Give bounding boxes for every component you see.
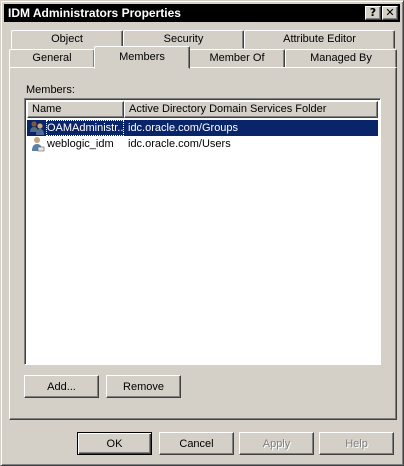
members-label: Members: bbox=[26, 84, 75, 96]
tab-general[interactable]: General bbox=[9, 49, 95, 68]
member-name: weblogic_idm bbox=[47, 138, 114, 150]
column-header-name[interactable]: Name bbox=[27, 101, 124, 118]
list-item[interactable]: OAMAdministr... idc.oracle.com/Groups bbox=[27, 120, 378, 136]
title-bar[interactable]: IDM Administrators Properties ? ✕ bbox=[4, 4, 400, 22]
list-item[interactable]: weblogic_idm idc.oracle.com/Users bbox=[27, 136, 378, 152]
apply-button[interactable]: Apply bbox=[239, 432, 314, 455]
properties-dialog: IDM Administrators Properties ? ✕ Object… bbox=[0, 0, 404, 466]
remove-button[interactable]: Remove bbox=[106, 375, 181, 398]
help-title-button[interactable]: ? bbox=[365, 6, 381, 20]
question-icon: ? bbox=[369, 6, 377, 19]
member-name: OAMAdministr... bbox=[46, 120, 124, 136]
member-folder: idc.oracle.com/Users bbox=[128, 138, 231, 150]
add-button[interactable]: Add... bbox=[24, 375, 99, 398]
tab-members[interactable]: Members bbox=[94, 46, 190, 69]
help-button[interactable]: Help bbox=[319, 432, 394, 455]
user-icon bbox=[32, 137, 45, 152]
tab-member-of[interactable]: Member Of bbox=[189, 49, 285, 68]
column-header-folder[interactable]: Active Directory Domain Services Folder bbox=[124, 101, 378, 118]
tab-managed-by[interactable]: Managed By bbox=[285, 49, 397, 68]
member-folder: idc.oracle.com/Groups bbox=[124, 120, 378, 136]
members-list[interactable]: Name Active Directory Domain Services Fo… bbox=[24, 98, 381, 365]
group-icon bbox=[30, 121, 44, 135]
cancel-button[interactable]: Cancel bbox=[159, 432, 234, 455]
list-header: Name Active Directory Domain Services Fo… bbox=[27, 101, 378, 118]
tab-attribute-editor[interactable]: Attribute Editor bbox=[244, 30, 395, 49]
close-button[interactable]: ✕ bbox=[382, 6, 398, 20]
ok-button[interactable]: OK bbox=[77, 432, 152, 455]
window-title: IDM Administrators Properties bbox=[8, 6, 181, 20]
members-panel: Members: Name Active Directory Domain Se… bbox=[9, 67, 397, 420]
close-icon: ✕ bbox=[385, 6, 395, 19]
